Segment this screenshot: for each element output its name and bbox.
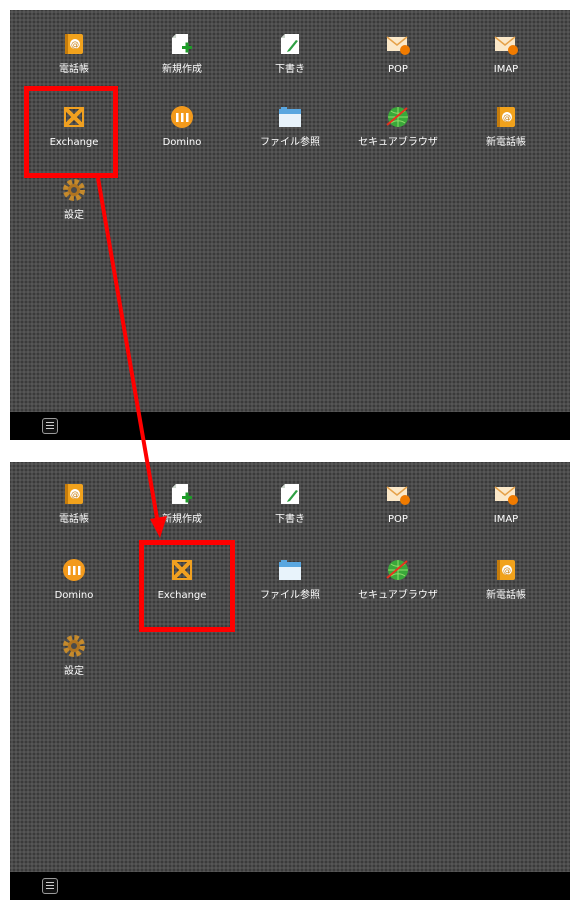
pop-mail-icon	[386, 482, 410, 506]
svg-text:@: @	[71, 490, 79, 499]
app-label: 設定	[64, 666, 84, 677]
app-label: 新電話帳	[486, 137, 526, 148]
app-label: 電話帳	[59, 64, 89, 75]
settings-icon	[62, 178, 86, 202]
settings-icon	[62, 634, 86, 658]
file-browse-icon	[278, 105, 302, 129]
app-label: 設定	[64, 210, 84, 221]
secure-browser-icon	[386, 558, 410, 582]
app-label: Domino	[162, 137, 202, 148]
app-label: 新規作成	[162, 64, 202, 75]
app-tile-pop[interactable]: POP	[354, 32, 442, 92]
app-tile-secure-browser[interactable]: セキュアブラウザ	[354, 105, 442, 165]
svg-text:@: @	[71, 40, 79, 49]
home-screen-after: @ 電話帳 新規作成 下書き POP IMAP Domino Exchange …	[10, 462, 570, 900]
app-tile-file-browse[interactable]: ファイル参照	[246, 105, 334, 165]
new-document-icon	[170, 482, 194, 506]
domino-icon	[62, 558, 86, 582]
app-label: POP	[388, 64, 408, 75]
app-tile-imap[interactable]: IMAP	[462, 482, 550, 542]
app-tile-imap[interactable]: IMAP	[462, 32, 550, 92]
imap-mail-icon	[494, 482, 518, 506]
app-tile-domino[interactable]: Domino	[30, 558, 118, 618]
app-tile-new[interactable]: 新規作成	[138, 482, 226, 542]
svg-text:@: @	[503, 113, 511, 122]
app-label: 下書き	[275, 514, 305, 525]
imap-mail-icon	[494, 32, 518, 56]
highlight-box-exchange-before	[24, 86, 118, 178]
app-tile-new-phonebook[interactable]: @ 新電話帳	[462, 105, 550, 165]
file-browse-icon	[278, 558, 302, 582]
app-label: POP	[388, 514, 408, 525]
app-label: IMAP	[493, 514, 519, 525]
phonebook-icon: @	[62, 482, 86, 506]
app-tile-phonebook[interactable]: @ 電話帳	[30, 482, 118, 542]
draft-icon	[278, 32, 302, 56]
app-tile-pop[interactable]: POP	[354, 482, 442, 542]
new-phonebook-icon: @	[494, 558, 518, 582]
app-label: ファイル参照	[260, 590, 320, 601]
home-screen-before: @ 電話帳 新規作成 下書き POP IMAP Exchange Domino …	[10, 10, 570, 440]
app-tile-draft[interactable]: 下書き	[246, 32, 334, 92]
taskbar	[10, 412, 570, 440]
svg-text:@: @	[503, 566, 511, 575]
secure-browser-icon	[386, 105, 410, 129]
app-label: Domino	[54, 590, 94, 601]
app-tile-draft[interactable]: 下書き	[246, 482, 334, 542]
taskbar	[10, 872, 570, 900]
app-tile-phonebook[interactable]: @ 電話帳	[30, 32, 118, 92]
app-label: IMAP	[493, 64, 519, 75]
app-label: 電話帳	[59, 514, 89, 525]
new-phonebook-icon: @	[494, 105, 518, 129]
app-tile-domino[interactable]: Domino	[138, 105, 226, 165]
highlight-box-exchange-after	[139, 540, 235, 632]
app-tile-new[interactable]: 新規作成	[138, 32, 226, 92]
app-tile-file-browse[interactable]: ファイル参照	[246, 558, 334, 618]
domino-icon	[170, 105, 194, 129]
app-label: セキュアブラウザ	[358, 590, 438, 601]
app-label: 新電話帳	[486, 590, 526, 601]
app-tile-settings[interactable]: 設定	[30, 634, 118, 694]
phonebook-icon: @	[62, 32, 86, 56]
app-label: セキュアブラウザ	[358, 137, 438, 148]
app-list-icon[interactable]	[42, 418, 58, 434]
pop-mail-icon	[386, 32, 410, 56]
new-document-icon	[170, 32, 194, 56]
app-label: 新規作成	[162, 514, 202, 525]
app-label: ファイル参照	[260, 137, 320, 148]
app-list-icon[interactable]	[42, 878, 58, 894]
draft-icon	[278, 482, 302, 506]
app-tile-new-phonebook[interactable]: @ 新電話帳	[462, 558, 550, 618]
app-tile-settings[interactable]: 設定	[30, 178, 118, 238]
app-tile-secure-browser[interactable]: セキュアブラウザ	[354, 558, 442, 618]
app-label: 下書き	[275, 64, 305, 75]
